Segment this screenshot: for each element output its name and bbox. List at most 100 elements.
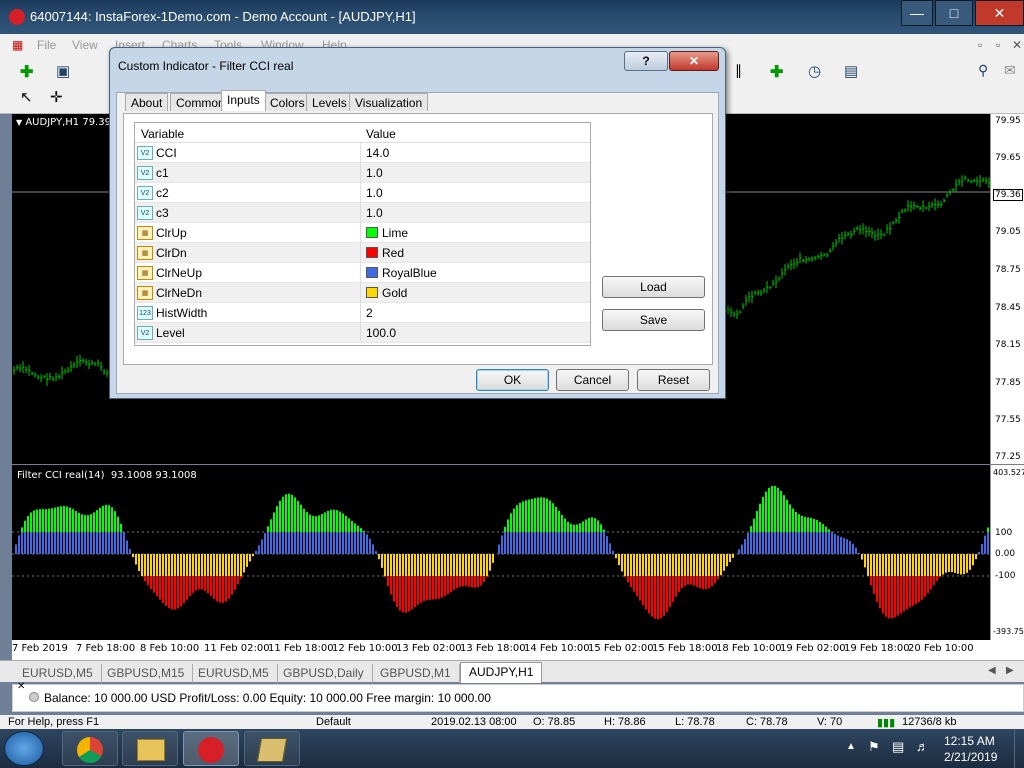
- chat-icon[interactable]: ✉: [1004, 62, 1022, 80]
- hist-neutral-up: [45, 532, 47, 554]
- param-row[interactable]: V2 Level 100.0: [135, 323, 590, 343]
- hist-neutral-up: [840, 536, 842, 554]
- maximize-button[interactable]: □: [935, 0, 973, 26]
- hist-up: [267, 526, 269, 532]
- param-value-color[interactable]: Gold: [360, 283, 590, 303]
- tray-action-center-icon[interactable]: ⚑: [868, 739, 880, 755]
- mdi-restore-button[interactable]: ▫: [996, 38, 1000, 52]
- param-value[interactable]: 1.0: [360, 163, 590, 183]
- clock-time[interactable]: 12:15 AM: [944, 734, 995, 748]
- param-value[interactable]: 100.0: [360, 323, 590, 343]
- param-row[interactable]: ▦ ClrNeDn Gold: [135, 283, 590, 303]
- account-summary: Balance: 10 000.00 USD Profit/Loss: 0.00…: [44, 691, 491, 705]
- chart-tab[interactable]: EURUSD,M5: [190, 664, 278, 683]
- hist-down: [468, 576, 470, 587]
- hist-down: [633, 576, 635, 592]
- tab-inputs[interactable]: Inputs: [221, 90, 266, 111]
- chart-tab[interactable]: GBPUSD,Daily: [275, 664, 373, 683]
- hist-neutral-down: [900, 554, 902, 576]
- status-help: For Help, press F1: [8, 716, 100, 728]
- hist-up: [573, 524, 575, 532]
- minimize-button[interactable]: —: [901, 0, 933, 26]
- param-value[interactable]: 14.0: [360, 143, 590, 163]
- periodicity-icon[interactable]: ◷: [808, 62, 828, 80]
- hist-neutral-up: [93, 532, 95, 554]
- param-row[interactable]: ▦ ClrDn Red: [135, 243, 590, 263]
- param-row[interactable]: V2 c2 1.0: [135, 183, 590, 203]
- tab-levels[interactable]: Levels: [306, 93, 353, 111]
- tray-network-icon[interactable]: ▤: [892, 739, 904, 755]
- hist-neutral-down: [690, 554, 692, 576]
- hist-neutral-down: [861, 554, 863, 560]
- param-value-color[interactable]: Red: [360, 243, 590, 263]
- param-row[interactable]: ▦ ClrUp Lime: [135, 223, 590, 243]
- ok-button[interactable]: OK: [476, 369, 549, 391]
- indicator-window[interactable]: Filter CCI real(14) 93.1008 93.1008: [12, 465, 990, 640]
- search-icon[interactable]: ⚲: [978, 62, 994, 80]
- crosshair-icon[interactable]: ✛: [50, 88, 66, 106]
- param-row[interactable]: V2 CCI 14.0: [135, 143, 590, 163]
- hist-neutral-up: [819, 532, 821, 554]
- tray-volume-icon[interactable]: ♬: [916, 739, 929, 754]
- add-indicator-icon[interactable]: ✚: [770, 62, 790, 81]
- param-row[interactable]: V2 c1 1.0: [135, 163, 590, 183]
- menu-view[interactable]: View: [72, 38, 98, 52]
- clock-date[interactable]: 2/21/2019: [944, 750, 997, 764]
- hist-down: [195, 576, 197, 591]
- param-row[interactable]: V2 c3 1.0: [135, 203, 590, 223]
- period-separator-icon[interactable]: ∥: [735, 62, 755, 80]
- profiles-icon[interactable]: ▣: [56, 62, 76, 80]
- chart-tab-active[interactable]: AUDJPY,H1: [460, 662, 543, 683]
- param-value[interactable]: 1.0: [360, 203, 590, 223]
- hist-down: [909, 576, 911, 608]
- terminal-close-icon[interactable]: ✕: [17, 681, 25, 692]
- close-button[interactable]: ✕: [975, 0, 1024, 26]
- chart-tab[interactable]: GBPUSD,M15: [99, 664, 194, 683]
- reset-button[interactable]: Reset: [637, 369, 710, 391]
- tabs-scroll-left-icon[interactable]: ◀: [988, 665, 996, 676]
- mdi-close-button[interactable]: ✕: [1012, 38, 1022, 52]
- taskbar-metaeditor[interactable]: [244, 731, 300, 766]
- load-button[interactable]: Load: [602, 276, 705, 298]
- hist-neutral-down: [939, 554, 941, 576]
- param-value[interactable]: 2: [360, 303, 590, 323]
- tab-about[interactable]: About: [125, 93, 169, 111]
- dialog-help-button[interactable]: ?: [624, 51, 668, 71]
- tabs-scroll-right-icon[interactable]: ▶: [1006, 665, 1014, 676]
- start-button[interactable]: [4, 731, 44, 766]
- param-value-color[interactable]: Lime: [360, 223, 590, 243]
- dialog-close-button[interactable]: ✕: [669, 51, 719, 71]
- cursor-icon[interactable]: ↖: [20, 88, 36, 106]
- hist-neutral-down: [642, 554, 644, 576]
- hist-neutral-up: [18, 535, 20, 554]
- menu-file[interactable]: File: [37, 38, 56, 52]
- templates-icon[interactable]: ▤: [844, 62, 864, 80]
- show-desktop-button[interactable]: [1014, 729, 1024, 768]
- color-name: RoyalBlue: [382, 266, 437, 280]
- hist-neutral-down: [165, 554, 167, 576]
- hist-neutral-up: [981, 543, 983, 554]
- tray-expand-icon[interactable]: ▲: [846, 741, 856, 752]
- hist-neutral-down: [672, 554, 674, 576]
- param-value-color[interactable]: RoyalBlue: [360, 263, 590, 283]
- cancel-button[interactable]: Cancel: [556, 369, 629, 391]
- new-chart-icon[interactable]: ✚: [20, 62, 40, 81]
- save-button[interactable]: Save: [602, 309, 705, 331]
- taskbar-terminal[interactable]: [183, 731, 239, 766]
- param-value[interactable]: 1.0: [360, 183, 590, 203]
- tab-visualization[interactable]: Visualization: [349, 93, 429, 111]
- param-row[interactable]: 123 HistWidth 2: [135, 303, 590, 323]
- hist-neutral-down: [405, 554, 407, 576]
- tab-colors[interactable]: Colors: [264, 93, 311, 111]
- taskbar-chrome[interactable]: [62, 731, 118, 766]
- hist-down: [882, 576, 884, 614]
- chart-tab[interactable]: GBPUSD,M1: [372, 664, 460, 683]
- param-row[interactable]: ▦ ClrNeUp RoyalBlue: [135, 263, 590, 283]
- hist-neutral-down: [135, 554, 137, 565]
- chart-tab[interactable]: EURUSD,M5: [14, 664, 102, 683]
- hist-down: [453, 576, 455, 590]
- hist-up: [792, 508, 794, 532]
- mdi-minimize-button[interactable]: ▫: [978, 38, 982, 52]
- taskbar-explorer[interactable]: [122, 731, 178, 766]
- hist-neutral-up: [282, 532, 284, 554]
